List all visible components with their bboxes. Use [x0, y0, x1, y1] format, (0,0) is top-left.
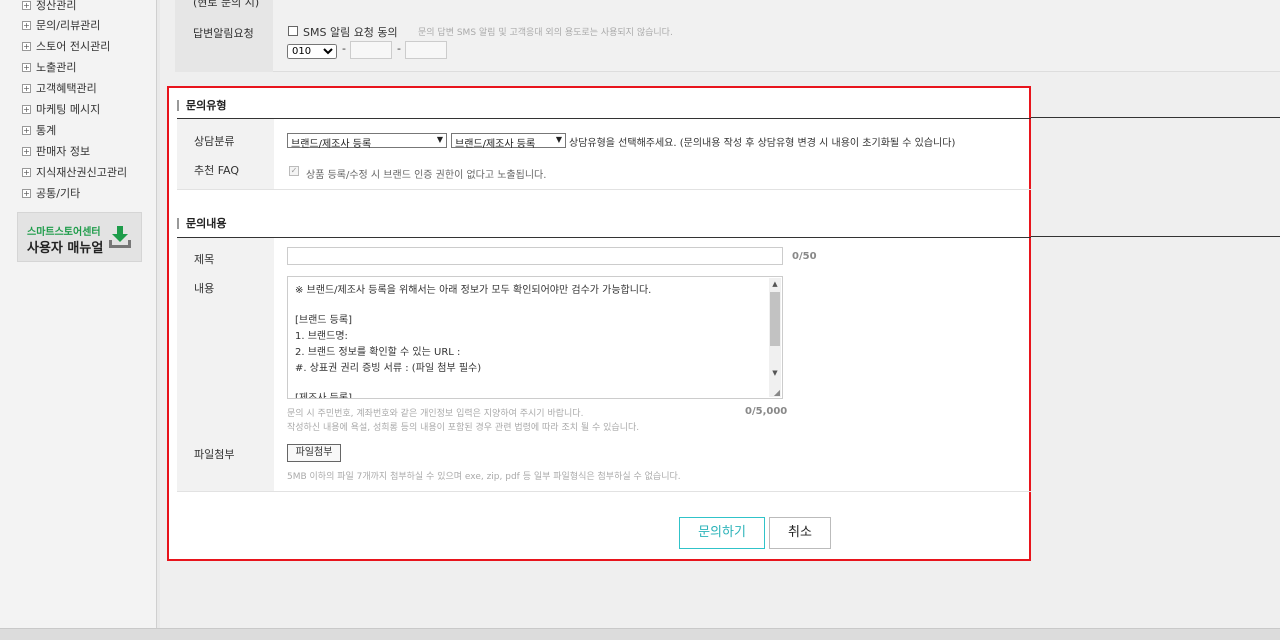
- download-icon: [109, 226, 131, 248]
- content-line: 1. 브랜드명:: [295, 331, 348, 342]
- content-hint-privacy: 문의 시 주민번호, 계좌번호와 같은 개인정보 입력은 지양하여 주시기 바랍…: [287, 409, 584, 419]
- divider: [1030, 236, 1280, 237]
- sidebar-item-label: 스토어 전시관리: [36, 40, 111, 53]
- sidebar-item-marketing[interactable]: + 마케팅 메시지: [22, 102, 100, 116]
- category-select-primary[interactable]: 브랜드/제조사 등록 ▼: [287, 133, 447, 150]
- content-line: 2. 브랜드 정보를 확인할 수 있는 URL :: [295, 347, 461, 358]
- sidebar-item-label: 공통/기타: [36, 187, 81, 200]
- resize-handle-icon[interactable]: ◢: [774, 388, 780, 397]
- label-column: [177, 119, 274, 189]
- content-char-count: 0/5,000: [745, 406, 788, 417]
- sidebar-item-inquiry-review[interactable]: + 문의/리뷰관리: [22, 18, 100, 32]
- expand-icon: +: [22, 188, 31, 198]
- sms-label: 답변알림요청: [193, 27, 254, 40]
- content-line: #. 상표권 권리 증빙 서류 : (파일 첨부 필수): [295, 363, 482, 374]
- row-divider: [177, 491, 1031, 492]
- sidebar-item-customer-benefit[interactable]: + 고객혜택관리: [22, 81, 97, 95]
- divider: [1030, 117, 1280, 118]
- sidebar-item-ip-report[interactable]: + 지식재산권신고관리: [22, 165, 127, 179]
- file-label: 파일첨부: [194, 448, 235, 461]
- sidebar-item-label: 고객혜택관리: [36, 82, 97, 95]
- expand-icon: +: [22, 104, 31, 114]
- phone-prefix-select[interactable]: 010: [287, 44, 337, 59]
- sms-consent-label: SMS 알림 요청 동의: [303, 26, 398, 39]
- sidebar-item-label: 문의/리뷰관리: [36, 19, 101, 32]
- title-label: 제목: [194, 253, 215, 266]
- faq-check-icon[interactable]: ✓: [289, 166, 299, 176]
- content-hint-abuse: 작성하신 내용에 욕설, 성희롱 등의 내용이 포함된 경우 관련 법령에 따라…: [287, 423, 640, 433]
- sidebar-item-label: 노출관리: [36, 61, 77, 74]
- user-manual-banner[interactable]: 스마트스토어센터 사용자 매뉴얼: [17, 212, 142, 262]
- sidebar-item-label: 판매자 정보: [36, 145, 91, 158]
- sms-notification-row: (현로 문의 시) 답변알림요청 SMS 알림 요청 동의 문의 답변 SMS …: [175, 0, 1280, 72]
- sidebar-item-common-etc[interactable]: + 공통/기타: [22, 186, 80, 200]
- file-attach-button[interactable]: 파일첨부: [287, 444, 341, 462]
- category-label: 상담분류: [194, 135, 235, 148]
- expand-icon: +: [22, 20, 31, 30]
- sms-note: 문의 답변 SMS 알림 및 고객응대 외의 용도로는 사용되지 않습니다.: [418, 28, 673, 38]
- sidebar-item-settlement[interactable]: + 정산관리: [22, 0, 76, 12]
- scroll-down-icon[interactable]: ▼: [769, 369, 781, 377]
- faq-link[interactable]: 상품 등록/수정 시 브랜드 인증 권한이 없다고 노출됩니다.: [306, 166, 546, 181]
- inquiry-type-title: 문의유형: [177, 100, 226, 111]
- content-line: [제조사 등록]: [295, 393, 352, 399]
- scroll-up-icon[interactable]: ▲: [769, 280, 781, 288]
- phone-middle-input[interactable]: [350, 41, 392, 59]
- scrollbar-thumb[interactable]: [770, 292, 780, 346]
- expand-icon: +: [22, 62, 31, 72]
- expand-icon: +: [22, 167, 31, 177]
- content-line: ※ 브랜드/제조사 등록을 위해서는 아래 정보가 모두 확인되어야만 검수가 …: [295, 285, 652, 296]
- sidebar-item-label: 통계: [36, 124, 57, 137]
- faq-label: 추천 FAQ: [194, 164, 240, 177]
- bottom-bar: [0, 628, 1280, 640]
- expand-icon: +: [22, 41, 31, 51]
- category-select-secondary[interactable]: 브랜드/제조사 등록 ▼: [451, 133, 566, 150]
- expand-icon: +: [22, 0, 31, 10]
- cut-label: (현로 문의 시): [193, 0, 260, 9]
- inquiry-form-highlight: 문의유형 상담분류 브랜드/제조사 등록 ▼ 브랜드/제조사 등록 ▼ 상담유형…: [167, 86, 1031, 561]
- sidebar-item-label: 정산관리: [36, 0, 77, 12]
- sidebar-item-label: 지식재산권신고관리: [36, 166, 128, 179]
- expand-icon: +: [22, 146, 31, 156]
- section-divider: [177, 118, 1031, 119]
- content-line: [브랜드 등록]: [295, 315, 352, 326]
- expand-icon: +: [22, 83, 31, 93]
- manual-subtitle: 스마트스토어센터: [27, 227, 101, 238]
- sms-consent-checkbox[interactable]: [288, 26, 298, 36]
- textarea-scrollbar[interactable]: ▲ ▼: [769, 278, 781, 397]
- category-guide: 상담유형을 선택해주세요. (문의내용 작성 후 상담유형 변경 시 내용이 초…: [569, 138, 956, 149]
- sidebar-item-stats[interactable]: + 통계: [22, 123, 56, 137]
- inquiry-content-title: 문의내용: [177, 218, 226, 229]
- title-char-count: 0/50: [792, 251, 817, 262]
- section-divider: [177, 237, 1031, 238]
- title-input[interactable]: [287, 247, 783, 265]
- expand-icon: +: [22, 125, 31, 135]
- row-divider: [177, 189, 1031, 190]
- chevron-down-icon: ▼: [436, 135, 443, 144]
- file-hint: 5MB 이하의 파일 7개까지 첨부하실 수 있으며 exe, zip, pdf…: [287, 472, 681, 482]
- chevron-down-icon: ▼: [555, 135, 562, 144]
- sidebar-item-store-display[interactable]: + 스토어 전시관리: [22, 39, 110, 53]
- sidebar: + 정산관리 + 문의/리뷰관리 + 스토어 전시관리 + 노출관리 + 고객혜택관리 +…: [0, 0, 157, 628]
- content-textarea[interactable]: ※ 브랜드/제조사 등록을 위해서는 아래 정보가 모두 확인되어야만 검수가 …: [287, 276, 783, 399]
- manual-title: 사용자 매뉴얼: [27, 241, 104, 256]
- sidebar-item-label: 마케팅 메시지: [36, 103, 101, 116]
- sidebar-item-exposure[interactable]: + 노출관리: [22, 60, 76, 74]
- sidebar-item-seller-info[interactable]: + 판매자 정보: [22, 144, 90, 158]
- cancel-button[interactable]: 취소: [769, 517, 831, 549]
- phone-last-input[interactable]: [405, 41, 447, 59]
- submit-button[interactable]: 문의하기: [679, 517, 765, 549]
- content-label: 내용: [194, 282, 215, 295]
